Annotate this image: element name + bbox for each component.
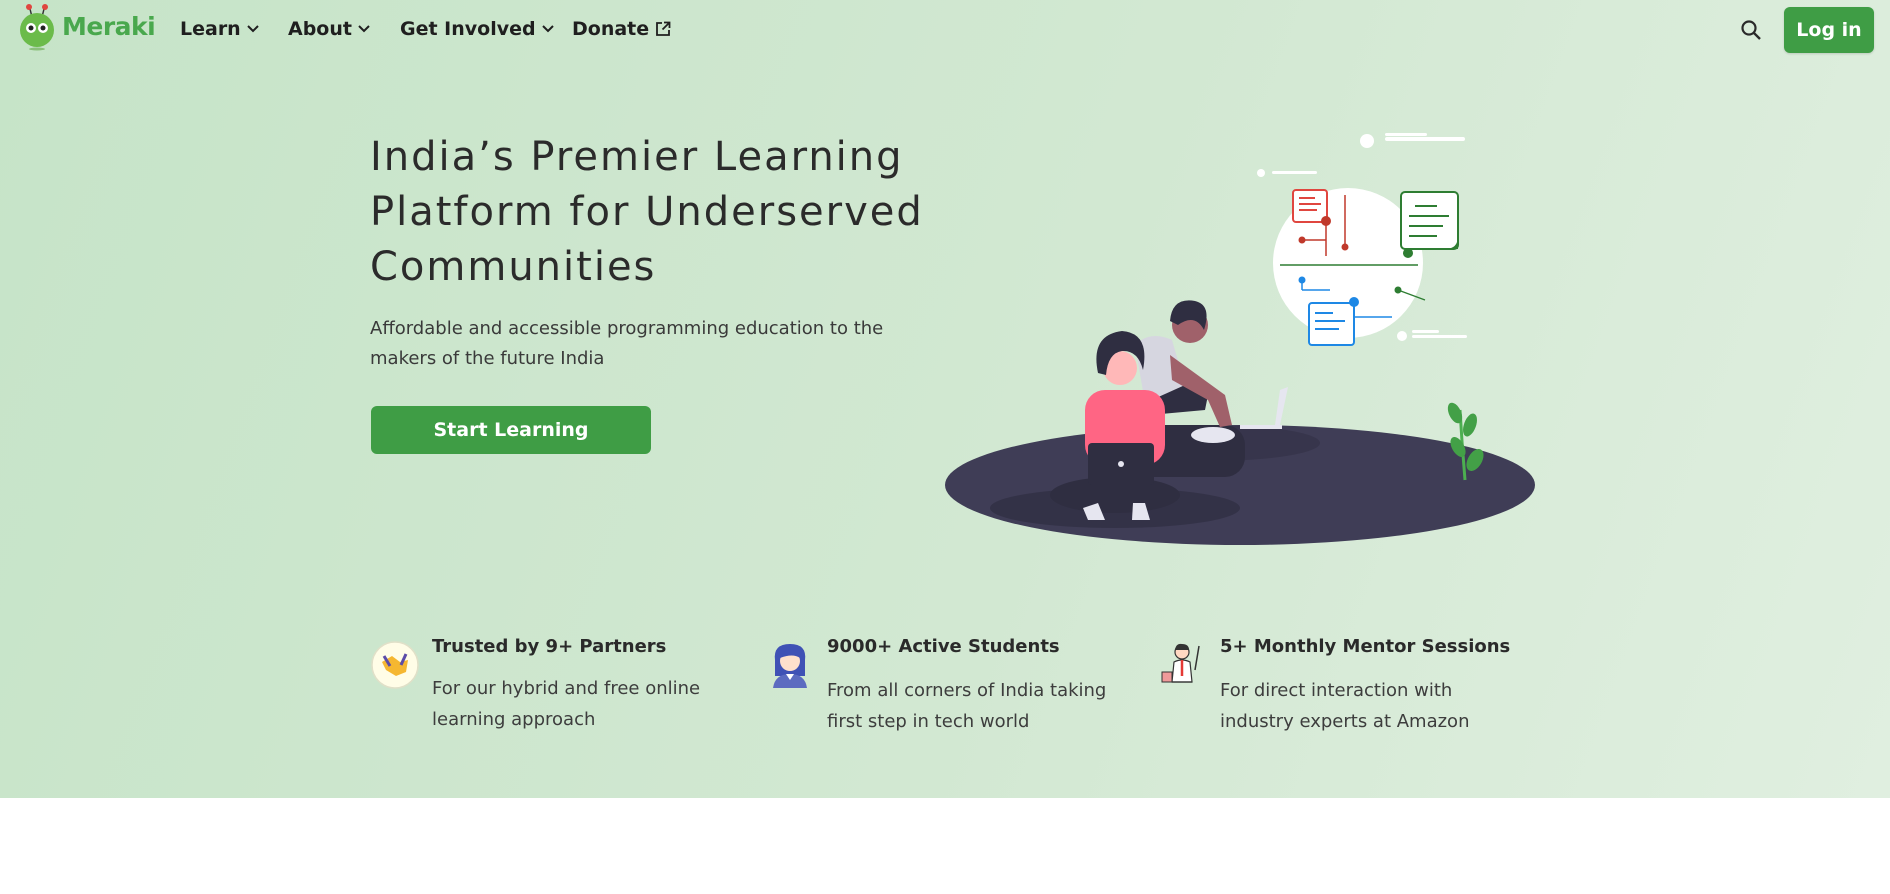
hero-subtitle: Affordable and accessible programming ed…	[370, 318, 884, 369]
nav-donate-label: Donate	[572, 18, 650, 40]
chevron-down-icon	[541, 25, 554, 33]
stat-partners-desc: For our hybrid and free online learning …	[432, 678, 701, 730]
nav-get-involved[interactable]: Get Involved	[400, 18, 554, 40]
brand-name: Meraki	[62, 11, 156, 41]
hero-title: India’s Premier Learning Platform for Un…	[370, 134, 924, 290]
nav-learn-label: Learn	[180, 18, 241, 40]
nav-about[interactable]: About	[288, 18, 370, 40]
handshake-icon	[371, 641, 419, 689]
login-button[interactable]: Log in	[1784, 7, 1874, 53]
hero-section: Meraki Learn About Get Involved Donate L…	[0, 0, 1890, 798]
meraki-logo[interactable]: Meraki	[18, 0, 156, 52]
external-link-icon	[656, 21, 671, 36]
start-learning-button[interactable]: Start Learning	[371, 406, 651, 454]
search-icon[interactable]	[1740, 19, 1762, 41]
stat-students-desc: From all corners of India taking first s…	[827, 680, 1107, 732]
nav-about-label: About	[288, 18, 352, 40]
nav-get-involved-label: Get Involved	[400, 18, 536, 40]
student-icon	[773, 644, 807, 688]
stat-students-title: 9000+ Active Students	[827, 636, 1060, 657]
chevron-down-icon	[358, 25, 370, 33]
chevron-down-icon	[247, 25, 259, 33]
mentor-icon	[1161, 643, 1200, 683]
stat-mentors-desc: For direct interaction with industry exp…	[1220, 680, 1470, 732]
nav-donate[interactable]: Donate	[572, 18, 671, 40]
nav-learn[interactable]: Learn	[180, 18, 259, 40]
stat-partners-title: Trusted by 9+ Partners	[432, 636, 667, 657]
stat-mentors-title: 5+ Monthly Mentor Sessions	[1220, 636, 1511, 657]
meraki-mascot-icon	[20, 4, 54, 51]
hero-illustration	[945, 133, 1535, 545]
top-navbar: Meraki Learn About Get Involved Donate L…	[0, 0, 1890, 62]
